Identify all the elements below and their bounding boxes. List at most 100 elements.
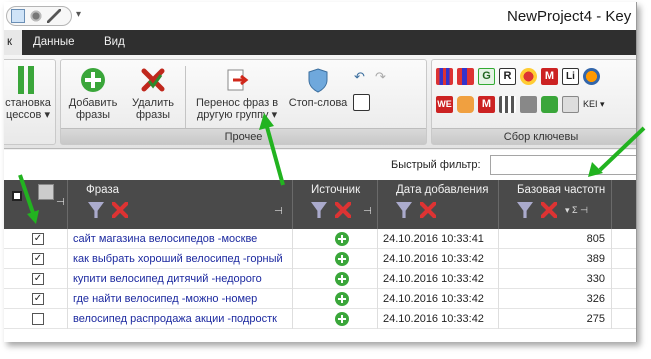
ribbon-group-collect: G R M Li WE M KEI ▾ Сбор ключевы [431,59,636,145]
filter-icon[interactable] [311,202,327,218]
bar-chart-icon[interactable] [457,68,474,85]
add-phrases-button[interactable]: Добавить фразы [65,66,121,121]
li-icon[interactable]: Li [562,68,579,85]
qr-icon[interactable] [353,94,370,111]
google-icon[interactable]: G [478,68,495,85]
delete-phrases-label-2: фразы [135,109,171,121]
tab-data[interactable]: Данные [33,30,75,55]
source-cell [293,289,378,309]
m-icon[interactable]: M [541,68,558,85]
undo-icon[interactable]: ↶ [351,68,368,85]
collect-icons-row-2: WE M KEI ▾ [436,96,605,113]
kei-label[interactable]: KEI ▾ [583,96,605,113]
clear-filter-icon[interactable] [420,202,436,218]
quick-filter-label: Быстрый фильтр: [391,159,481,171]
pin-icon[interactable]: ⊣ [363,206,372,217]
table-row[interactable]: велосипед распродажа акции -подростк 24.… [4,309,636,329]
table-row[interactable]: ✓ где найти велосипед -можно -номер 24.1… [4,289,636,309]
source-add-icon [335,232,349,246]
checkbox-cell: ✓ [4,289,68,309]
row-checkbox[interactable]: ✓ [32,233,44,245]
filter-icon[interactable] [396,202,412,218]
yandex-wordstat-icon[interactable] [436,68,453,85]
clear-filter-icon[interactable] [541,202,557,218]
stop-processes-label-1: становка [5,97,51,109]
header-phrase-column[interactable]: Фраза ⊣ [68,180,293,229]
phrase-cell[interactable]: велосипед распродажа акции -подростк [68,309,293,329]
mutagen-icon[interactable]: M [478,96,495,113]
tab-view[interactable]: Вид [104,30,125,55]
column-title-phrase: Фраза [86,184,120,196]
frequency-column-tools: ▾ Σ ⊣ [517,202,588,218]
window-title: NewProject4 - Key C [507,8,637,25]
header-date-column[interactable]: Дата добавления [378,180,499,229]
quick-filter-input[interactable] [490,155,636,175]
green-icon[interactable] [541,96,558,113]
phrase-cell[interactable]: где найти велосипед -можно -номер [68,289,293,309]
redo-icon[interactable]: ↷ [372,68,389,85]
gear-icon[interactable] [29,9,43,23]
r-icon[interactable]: R [499,68,516,85]
table-row[interactable]: ✓ купити велосипед дитячий -недорого 24.… [4,269,636,289]
column-title-frequency: Базовая частотн [517,184,606,196]
add-phrases-label-1: Добавить [68,97,118,109]
checkbox-cell: ✓ [4,249,68,269]
menu-bar: к Данные Вид [4,30,636,55]
phrase-cell[interactable]: сайт магазина велосипедов -москве [68,229,293,249]
row-checkbox[interactable]: ✓ [32,273,44,285]
delete-phrases-button[interactable]: Удалить фразы [125,66,181,121]
hand-icon[interactable] [457,96,474,113]
column-title-source: Источник [311,184,361,196]
tab-home[interactable]: к [4,30,22,55]
quick-access-toolbar [6,6,72,26]
filter-icon[interactable] [88,202,104,218]
checkbox-cell: ✓ [4,229,68,249]
stop-icon [14,66,42,94]
phrases-grid: ⊣ Фраза ⊣ Источник ⊣ Дата добавления Баз… [4,180,636,342]
key-icon[interactable] [562,96,579,113]
row-checkbox[interactable]: ✓ [32,293,44,305]
header-frequency-column[interactable]: Базовая частотн ▾ Σ ⊣ [499,180,612,229]
we-icon[interactable]: WE [436,96,453,113]
ribbon: становка цессов ▾ Добавить фразы Удалить… [4,55,636,149]
grid-icon[interactable] [499,96,516,113]
select-all-checkbox[interactable] [12,191,22,201]
phrase-cell[interactable]: купити велосипед дитячий -недорого [68,269,293,289]
move-phrases-button[interactable]: Перенос фраз в другую группу ▾ [189,66,285,121]
frequency-cell: 330 [499,269,612,289]
header-checkbox-column: ⊣ [4,180,68,229]
source-cell [293,249,378,269]
row-checkbox[interactable] [32,313,44,325]
clear-filter-icon[interactable] [112,202,128,218]
calculator-icon[interactable] [520,96,537,113]
frequency-cell: 275 [499,309,612,329]
source-add-icon [335,252,349,266]
clear-filter-icon[interactable] [335,202,351,218]
qat-dropdown-icon[interactable]: ▾ [76,9,81,20]
date-cell: 24.10.2016 10:33:42 [378,249,499,269]
table-row[interactable]: ✓ как выбрать хороший велосипед -горный … [4,249,636,269]
filter-icon[interactable] [517,202,533,218]
wand-icon[interactable] [47,9,61,23]
delete-icon [139,66,167,94]
header-source-column[interactable]: Источник ⊣ [293,180,378,229]
date-cell: 24.10.2016 10:33:42 [378,289,499,309]
save-icon[interactable] [11,9,25,23]
stopwords-button[interactable]: Стоп-слова [287,66,349,109]
source-cell [293,309,378,329]
ribbon-group-misc: Добавить фразы Удалить фразы Перенос фра… [60,59,427,145]
filter-icon[interactable] [38,184,54,200]
source-add-icon [335,312,349,326]
globe-icon[interactable] [583,68,600,85]
title-bar: ▾ NewProject4 - Key C [4,2,637,30]
row-checkbox[interactable]: ✓ [32,253,44,265]
table-row[interactable]: ✓ сайт магазина велосипедов -москве 24.1… [4,229,636,249]
grid-header: ⊣ Фраза ⊣ Источник ⊣ Дата добавления Баз… [4,180,636,229]
stop-processes-button[interactable]: становка цессов ▾ [4,66,57,121]
phrase-cell[interactable]: как выбрать хороший велосипед -горный [68,249,293,269]
source-column-tools [311,202,351,218]
pin-icon[interactable]: ⊣ [274,206,283,217]
social-icon[interactable] [520,68,537,85]
pin-icon[interactable]: ⊣ [56,197,65,208]
sort-sum-icon[interactable]: ▾ Σ ⊣ [565,202,588,218]
